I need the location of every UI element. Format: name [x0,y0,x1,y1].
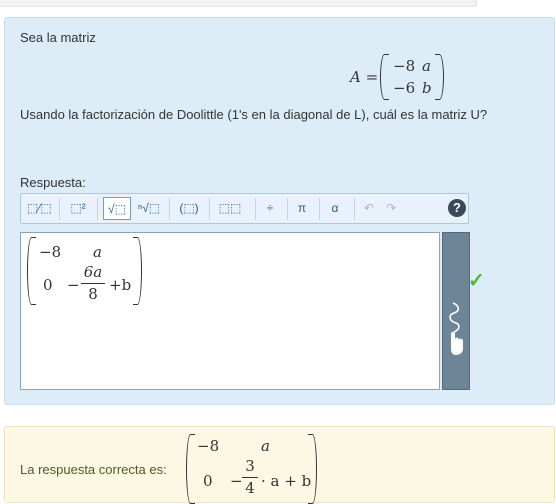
right-paren [308,434,317,504]
undo-icon[interactable]: ↶ [359,197,379,220]
matrix-cell: −8 [393,57,416,75]
toolbar-divider [255,198,256,220]
left-paren [380,54,389,100]
pi-icon[interactable]: π [291,197,313,220]
sqrt-icon[interactable]: √⬚ [103,197,131,220]
right-paren [435,54,444,100]
entered-cell: 0 [43,276,53,294]
matrix-icon[interactable]: ⬚⬚ [215,197,245,220]
nth-root-icon[interactable]: ⁿ√⬚ [135,197,163,220]
toolbar-divider [354,198,355,220]
toolbar-divider [209,198,210,220]
superscript-icon[interactable]: ⬚² [65,197,91,220]
right-paren [133,237,142,305]
correct-tail: · a + b [261,472,312,490]
matrix-cell: b [422,79,432,97]
fraction: 3 4 [242,457,258,499]
minus-sign: − [67,276,80,294]
fraction: 6a 8 [81,263,105,305]
answer-editor[interactable]: −8 a 0 − 6a 8 +b [20,232,440,390]
fraction-icon[interactable]: ⬚⁄⬚ [27,197,52,220]
left-paren [186,434,195,504]
toolbar-divider [97,198,98,220]
entered-cell: a [93,243,102,261]
handwriting-icon [449,302,463,355]
question-prompt: Usando la factorización de Doolittle (1'… [20,107,488,122]
top-panel-edge [0,0,477,7]
correct-answer-panel: La respuesta correcta es: −8 a 0 − 3 4 ·… [4,426,555,504]
toolbar-divider [287,198,288,220]
alpha-icon[interactable]: α [324,197,346,220]
question-intro: Sea la matriz [20,30,96,45]
correct-answer-label: La respuesta correcta es: [20,462,167,477]
redo-icon[interactable]: ↷ [381,197,401,220]
entered-tail: +b [109,276,132,294]
correct-cell: 0 [203,472,213,490]
entered-cell: −8 [39,243,62,261]
division-icon[interactable]: ÷ [259,197,281,220]
numerator: 3 [245,457,255,475]
toolbar-divider [169,198,170,220]
response-label: Respuesta: [20,175,86,190]
correct-cell: a [261,437,270,455]
math-toolbar: ⬚⁄⬚ ⬚² √⬚ ⁿ√⬚ (⬚) ⬚⬚ ÷ π α ↶ ↷ ? [20,193,469,224]
toolbar-divider [319,198,320,220]
check-icon: ✓ [468,270,485,292]
correct-cell: −8 [197,437,220,455]
parentheses-icon[interactable]: (⬚) [175,197,203,220]
left-paren [27,237,36,305]
handwriting-panel[interactable] [442,232,470,390]
numerator: 6a [83,263,103,281]
denominator: 8 [88,285,98,303]
toolbar-divider [59,198,60,220]
minus-sign: − [230,472,243,490]
matrix-cell: −6 [393,79,416,97]
matrix-label: A = [350,68,379,86]
denominator: 4 [245,479,255,497]
question-panel: Sea la matriz A = −8 a −6 b Usando la fa… [4,17,555,405]
matrix-cell: a [422,57,431,75]
help-icon[interactable]: ? [448,199,466,217]
